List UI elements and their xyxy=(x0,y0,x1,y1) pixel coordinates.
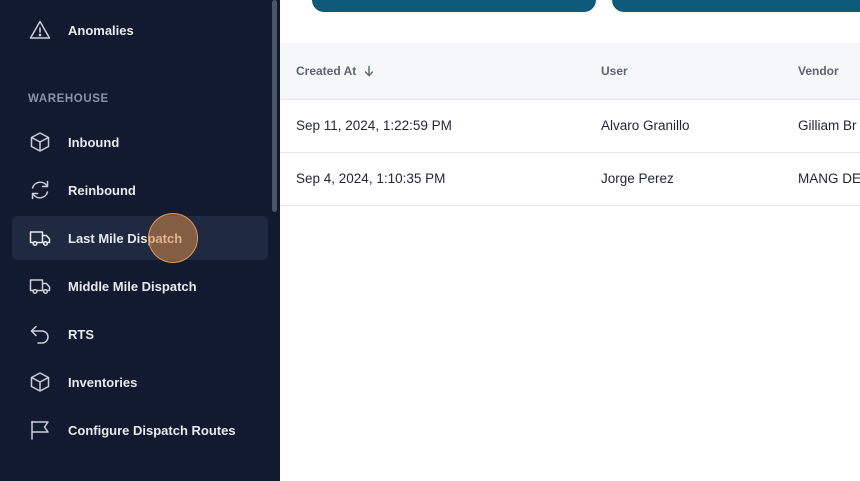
box-icon xyxy=(28,370,52,394)
sidebar-item-reinbound[interactable]: Reinbound xyxy=(12,168,268,212)
sidebar-item-label: Anomalies xyxy=(68,22,134,38)
cell-user: Alvaro Granillo xyxy=(601,118,690,133)
column-header-created-at[interactable]: Created At xyxy=(296,64,375,78)
sidebar-scrollbar[interactable] xyxy=(272,0,277,212)
action-button-2[interactable] xyxy=(612,0,860,12)
warning-icon xyxy=(28,18,52,42)
sidebar-item-last-mile-dispatch[interactable]: Last Mile Dispatch xyxy=(12,216,268,260)
return-arrow-icon xyxy=(28,322,52,346)
cell-vendor: Gilliam Br xyxy=(798,118,857,133)
sidebar-item-inbound[interactable]: Inbound xyxy=(12,120,268,164)
refresh-icon xyxy=(28,178,52,202)
table-row[interactable]: Sep 11, 2024, 1:22:59 PM Alvaro Granillo… xyxy=(280,100,860,153)
table-row[interactable]: Sep 4, 2024, 1:10:35 PM Jorge Perez MANG… xyxy=(280,153,860,206)
sidebar-item-configure-dispatch-routes[interactable]: Configure Dispatch Routes xyxy=(12,408,268,452)
sidebar-item-middle-mile-dispatch[interactable]: Middle Mile Dispatch xyxy=(12,264,268,308)
flag-icon xyxy=(28,418,52,442)
column-header-vendor[interactable]: Vendor xyxy=(798,64,839,78)
sidebar-item-label: Middle Mile Dispatch xyxy=(68,278,197,294)
cell-created-at: Sep 4, 2024, 1:10:35 PM xyxy=(296,171,446,186)
sidebar-item-rts[interactable]: RTS xyxy=(12,312,268,356)
sidebar: Anomalies WAREHOUSE Inbound Reinbound La… xyxy=(0,0,280,481)
truck-icon xyxy=(28,226,52,250)
cell-vendor: MANG DE xyxy=(798,171,860,186)
sidebar-item-label: Reinbound xyxy=(68,182,136,198)
cell-created-at: Sep 11, 2024, 1:22:59 PM xyxy=(296,118,452,133)
column-header-user[interactable]: User xyxy=(601,64,628,78)
sidebar-item-anomalies[interactable]: Anomalies xyxy=(12,8,268,52)
sort-descending-icon[interactable] xyxy=(363,65,375,77)
sidebar-item-label: Inventories xyxy=(68,374,138,390)
sidebar-item-label: Inbound xyxy=(68,134,120,150)
truck-icon xyxy=(28,274,52,298)
box-icon xyxy=(28,130,52,154)
sidebar-item-label: Configure Dispatch Routes xyxy=(68,422,236,438)
sidebar-item-inventories[interactable]: Inventories xyxy=(12,360,268,404)
cell-user: Jorge Perez xyxy=(601,171,674,186)
action-button-1[interactable] xyxy=(312,0,596,12)
section-label-warehouse: WAREHOUSE xyxy=(28,93,109,105)
click-indicator xyxy=(148,213,198,263)
sidebar-item-label: RTS xyxy=(68,326,94,342)
table-header: Created At User Vendor xyxy=(280,43,860,100)
main-content: Created At User Vendor Sep 11, 2024, 1:2… xyxy=(280,0,860,481)
